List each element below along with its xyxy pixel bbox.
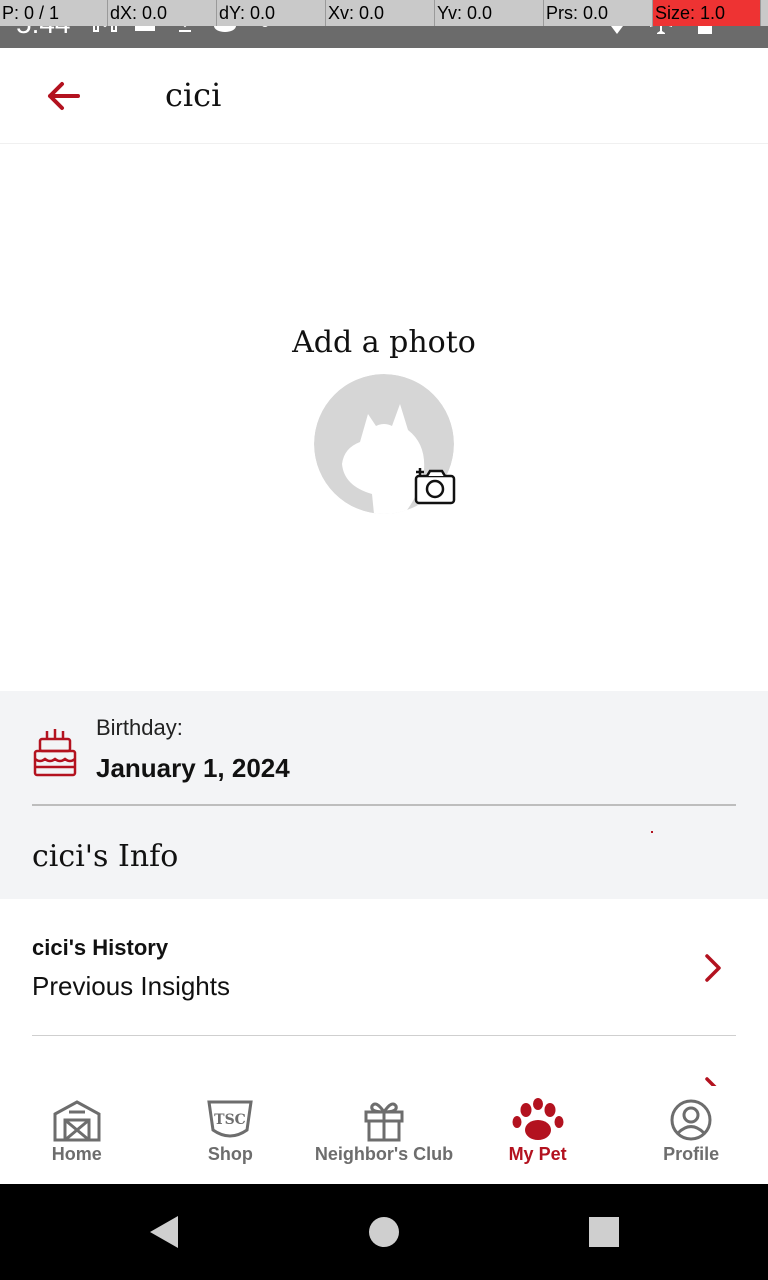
profile-icon [670, 1099, 712, 1141]
divider [32, 804, 736, 806]
status-bar: 5:44 P: 0 / 1 dX: 0.0 dY: 0.0 Xv: 0.0 Yv… [0, 0, 768, 48]
nav-profile[interactable]: Profile [614, 1086, 768, 1184]
pointer-debug-overlay: P: 0 / 1 dX: 0.0 dY: 0.0 Xv: 0.0 Yv: 0.0… [0, 0, 768, 26]
nav-label-my-pet: My Pet [508, 1144, 567, 1164]
pet-details-section: Birthday: January 1, 2024 cici's Info [0, 691, 768, 899]
back-triangle-icon[interactable] [144, 1212, 184, 1252]
list-item-history[interactable]: cici's History Previous Insights [0, 899, 768, 1037]
add-camera-icon[interactable] [414, 467, 456, 505]
info-heading: cici's Info [32, 839, 179, 874]
list-item-subtitle: Previous Insights [32, 971, 230, 1001]
nav-home[interactable]: Home [0, 1086, 154, 1184]
add-photo-label: Add a photo [292, 325, 476, 360]
home-circle-icon[interactable] [364, 1212, 404, 1252]
chevron-right-icon [705, 1077, 717, 1086]
bottom-navigation: Home TSC Shop Neighbor's Club My Pet Pro… [0, 1086, 768, 1184]
nav-label-home: Home [51, 1144, 102, 1164]
debug-pointer: P: 0 / 1 [0, 0, 108, 26]
recents-square-icon[interactable] [584, 1212, 624, 1252]
nav-label-shop: Shop [207, 1144, 253, 1164]
nav-shop[interactable]: TSC Shop [154, 1086, 308, 1184]
photo-section: Add a photo [0, 145, 768, 691]
decorative-dot [651, 831, 653, 833]
cake-icon [33, 729, 77, 777]
nav-neighbors-club[interactable]: Neighbor's Club [307, 1086, 461, 1184]
tsc-shop-icon: TSC [207, 1100, 254, 1138]
birthday-label: Birthday: [96, 715, 183, 740]
list-item-title: cici's History [32, 935, 169, 960]
paw-icon [512, 1098, 564, 1140]
debug-xv: Xv: 0.0 [326, 0, 435, 26]
app-header: cici [0, 48, 768, 144]
nav-my-pet[interactable]: My Pet [461, 1086, 615, 1184]
arrow-left-icon[interactable] [40, 76, 88, 116]
birthday-value: January 1, 2024 [96, 753, 290, 783]
nav-label-profile: Profile [663, 1144, 720, 1164]
debug-prs: Prs: 0.0 [544, 0, 653, 26]
system-navigation-bar [0, 1184, 768, 1280]
gift-icon [364, 1102, 404, 1142]
debug-yv: Yv: 0.0 [435, 0, 544, 26]
debug-size: Size: 1.0 [653, 0, 761, 26]
list-item-partial[interactable] [0, 1036, 768, 1086]
svg-text:TSC: TSC [215, 1112, 247, 1128]
debug-dy: dY: 0.0 [217, 0, 326, 26]
chevron-right-icon [705, 954, 721, 982]
debug-dx: dX: 0.0 [108, 0, 217, 26]
barn-icon [53, 1100, 101, 1142]
page-title: cici [165, 76, 222, 114]
nav-label-neighbors-club: Neighbor's Club [314, 1144, 454, 1164]
